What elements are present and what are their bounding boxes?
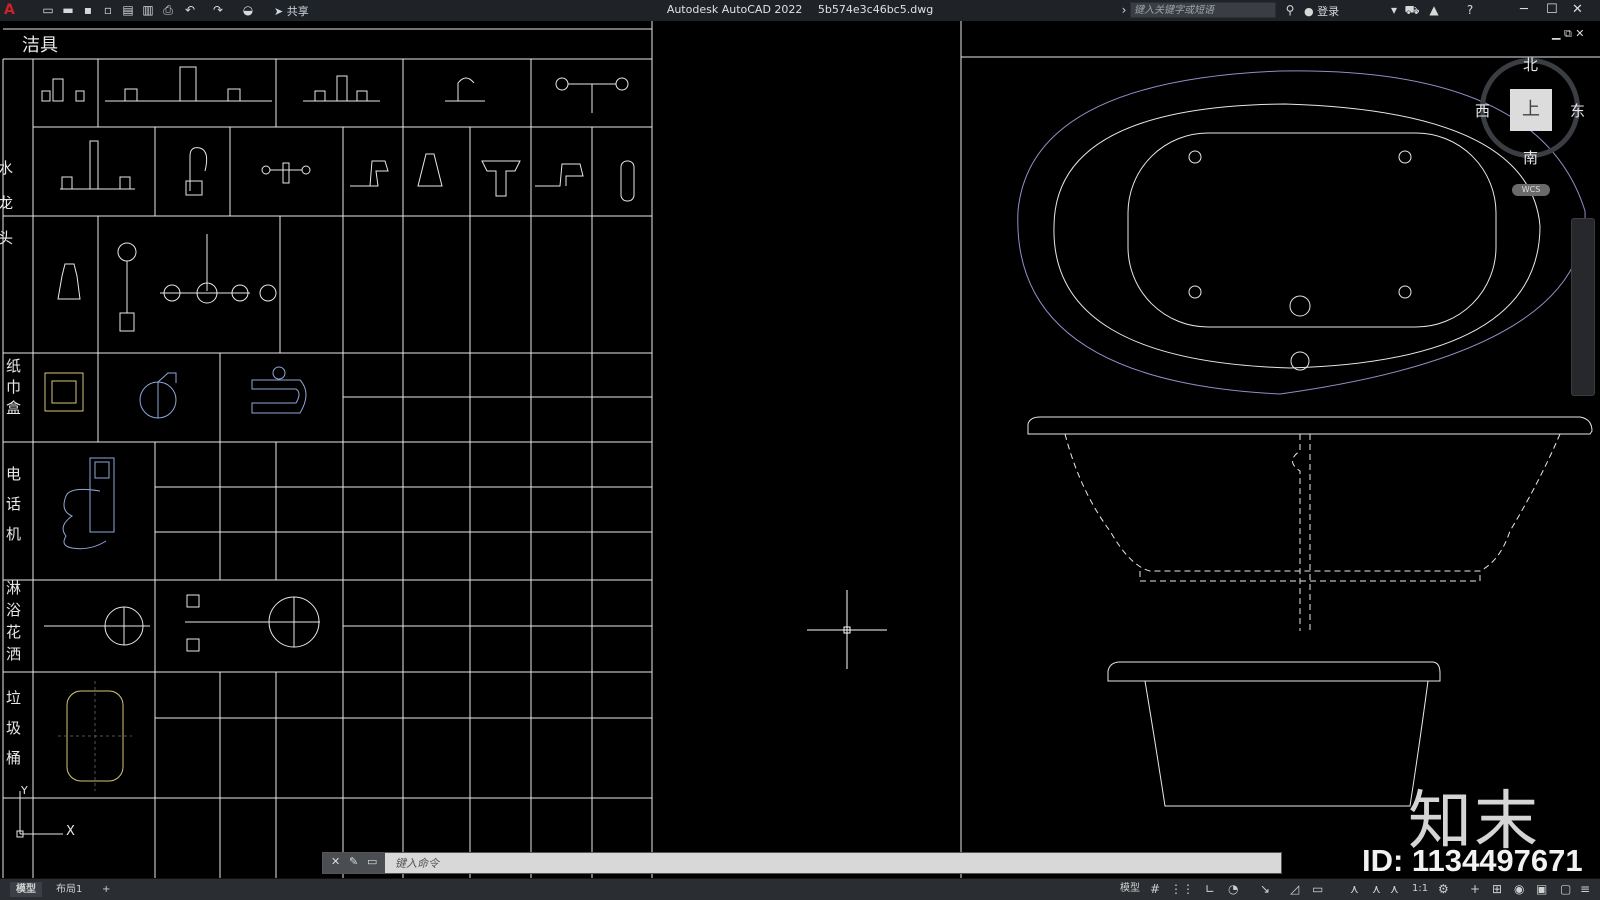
user-icon: ● (1304, 5, 1314, 18)
login-button[interactable]: ● 登录 (1304, 3, 1339, 19)
grid-icon[interactable]: # (1150, 881, 1160, 897)
undo-icon[interactable]: ↶ (182, 3, 198, 18)
polar-icon[interactable]: ◔ (1228, 881, 1238, 897)
row-label-tissue-box: 纸巾盒 (4, 358, 22, 421)
annotation-scale-icon[interactable]: ⋏ (1390, 881, 1399, 897)
osnap-tracking-icon[interactable]: ↘ (1260, 881, 1270, 897)
search-icon[interactable]: ⚲ (1282, 3, 1298, 18)
recent-commands-icon[interactable]: ▭ (367, 855, 377, 868)
save-icon[interactable]: ▪ (80, 3, 96, 18)
workspace-icon[interactable]: ◒ (240, 3, 256, 18)
new-file-icon[interactable]: ▭ (40, 3, 56, 18)
annotation-visibility-icon[interactable]: ⋏ (1350, 881, 1359, 897)
drawing-canvas[interactable]: Y X (0, 21, 1600, 878)
redo-icon[interactable]: ↷ (210, 3, 226, 18)
share-button[interactable]: ➤ 共享 (274, 3, 309, 19)
maximize-icon[interactable]: ☐ (1546, 2, 1558, 17)
command-input[interactable]: 键入命令 (395, 855, 439, 871)
login-label: 登录 (1317, 5, 1340, 18)
dynamic-ucs-icon[interactable]: ▭ (1312, 881, 1323, 897)
command-line-handle[interactable]: ✕ ✎ ▭ (323, 853, 385, 873)
annotation-scale-value[interactable]: 1:1 (1412, 881, 1428, 897)
annotation-monitor-icon[interactable]: + (1470, 881, 1480, 897)
bathtub-elevation (1027, 416, 1593, 631)
row-label-trash-bin: 垃圾桶 (4, 690, 22, 780)
file-name: 5b574e3c46bc5.dwg (817, 3, 934, 16)
search-input[interactable]: 键入关键字或短语 (1130, 2, 1276, 18)
graphics-performance-icon[interactable]: ▣ (1536, 881, 1547, 897)
model-space-button[interactable]: 模型 (1120, 881, 1140, 897)
wcs-menu-button[interactable]: WCS (1512, 184, 1550, 196)
viewcube-top-face[interactable]: 上 (1510, 89, 1552, 131)
viewcube-north[interactable]: 北 (1523, 54, 1538, 75)
viewcube-east[interactable]: 东 (1570, 100, 1585, 121)
save-as-icon[interactable]: ▫ (100, 3, 116, 18)
plot-icon[interactable]: ⎙ (160, 3, 176, 18)
sheet-title: 洁具 (22, 35, 58, 56)
share-label: 共享 (286, 5, 309, 18)
cart-icon[interactable]: ⛟ (1404, 3, 1420, 18)
open-file-icon[interactable]: ▬ (60, 3, 76, 18)
ortho-icon[interactable]: ∟ (1205, 881, 1215, 897)
command-line[interactable]: ✕ ✎ ▭ 键入命令 (322, 852, 1282, 874)
autodesk-app-icon[interactable]: ▲ (1426, 3, 1442, 18)
workspace-gear-icon[interactable]: ⚙ (1438, 881, 1449, 897)
viewport-controls[interactable]: ▁ ⧉ ✕ (1552, 27, 1585, 41)
tab-model[interactable]: 模型 (10, 882, 42, 897)
isodraft-icon[interactable]: ◿ (1290, 881, 1299, 897)
paper-plane-icon: ➤ (274, 5, 284, 18)
row-label-telephone: 电话机 (4, 466, 22, 556)
crosshair-cursor (807, 590, 887, 669)
row-label-faucet: 水龙头 (0, 160, 14, 265)
dropdown-icon[interactable]: ▾ (1386, 3, 1402, 18)
clean-screen-icon[interactable]: ▢ (1560, 881, 1571, 897)
bathtub-side-view (1107, 661, 1441, 807)
viewcube-west[interactable]: 西 (1475, 100, 1490, 121)
ucs-x-label: X (66, 824, 75, 839)
status-bar: 模型 布局1 + 模型 # ⋮⋮ ∟ ◔ ↘ ◿ ▭ ⋏ ⋏ ⋏ 1:1 ⚙ +… (0, 878, 1600, 900)
snap-icon[interactable]: ⋮⋮ (1170, 881, 1194, 897)
row-label-shower: 淋浴花洒 (4, 580, 22, 668)
open-from-web-icon[interactable]: ▤ (120, 3, 136, 18)
units-icon[interactable]: ⊞ (1492, 881, 1502, 897)
auto-scale-icon[interactable]: ⋏ (1372, 881, 1381, 897)
customization-menu-icon[interactable]: ≡ (1580, 881, 1590, 897)
title-bar: A ▭ ▬ ▪ ▫ ▤ ▥ ⎙ ↶ ↷ ◒ ➤ 共享 Autodesk Auto… (0, 0, 1600, 22)
faucet-symbols (41, 66, 629, 113)
app-title: Autodesk AutoCAD 2022 (666, 3, 803, 16)
watermark-id: ID: 1134497671 (1362, 843, 1583, 878)
close-command-line-icon[interactable]: ✕ (331, 855, 340, 868)
navigation-bar[interactable] (1571, 218, 1595, 396)
minimize-icon[interactable]: ─ (1520, 2, 1528, 17)
ucs-y-label: Y (20, 784, 28, 797)
tab-layout1[interactable]: 布局1 (50, 882, 88, 897)
isolate-objects-icon[interactable]: ◉ (1514, 881, 1524, 897)
save-to-web-icon[interactable]: ▥ (140, 3, 156, 18)
autocad-logo-icon[interactable]: A (4, 2, 15, 18)
add-layout-button[interactable]: + (96, 882, 116, 897)
telephone-symbol (62, 457, 115, 550)
help-icon[interactable]: ? (1462, 3, 1478, 18)
viewcube-south[interactable]: 南 (1523, 147, 1538, 168)
customize-icon[interactable]: ✎ (349, 855, 358, 868)
close-icon[interactable]: ✕ (1572, 2, 1583, 17)
